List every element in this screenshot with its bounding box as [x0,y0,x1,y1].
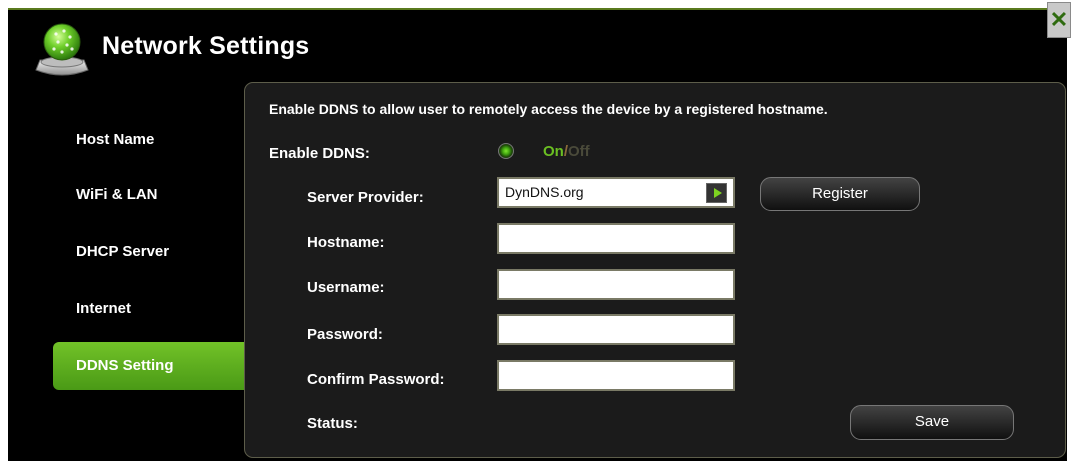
password-label: Password: [307,326,383,343]
ddns-description: Enable DDNS to allow user to remotely ac… [269,101,828,117]
server-provider-select[interactable]: DynDNS.org [497,177,735,208]
title-bar: Network Settings [8,8,1067,78]
server-provider-label: Server Provider: [307,189,424,206]
server-provider-value: DynDNS.org [505,184,584,200]
enable-ddns-label: Enable DDNS: [269,145,370,162]
username-label: Username: [307,279,385,296]
sidebar-item-internet[interactable]: Internet [53,285,253,333]
register-button[interactable]: Register [760,177,920,211]
sidebar-item-dhcp-server[interactable]: DHCP Server [53,228,253,276]
radio-on-icon[interactable] [498,143,514,159]
hostname-field[interactable] [497,223,735,254]
toggle-off-text: Off [568,143,590,160]
username-field[interactable] [497,269,735,300]
hostname-label: Hostname: [307,234,385,251]
sidebar-item-ddns-setting[interactable]: DDNS Setting [53,342,253,390]
page-title: Network Settings [102,32,310,60]
network-globe-icon [35,23,89,76]
close-button[interactable]: ✕ [1047,2,1071,38]
sidebar-item-wifi-lan[interactable]: WiFi & LAN [53,171,253,219]
toggle-on-text: On [543,143,564,160]
status-label: Status: [307,415,358,432]
confirm-password-field[interactable] [497,360,735,391]
top-border [8,8,1067,10]
password-field[interactable] [497,314,735,345]
save-button[interactable]: Save [850,405,1014,440]
sidebar-item-host-name[interactable]: Host Name [53,116,253,164]
close-icon: ✕ [1049,7,1069,32]
ddns-toggle[interactable]: On/Off [543,143,590,160]
confirm-password-label: Confirm Password: [307,371,445,388]
play-arrow-icon[interactable] [706,183,727,203]
ddns-panel: Enable DDNS to allow user to remotely ac… [244,82,1066,458]
